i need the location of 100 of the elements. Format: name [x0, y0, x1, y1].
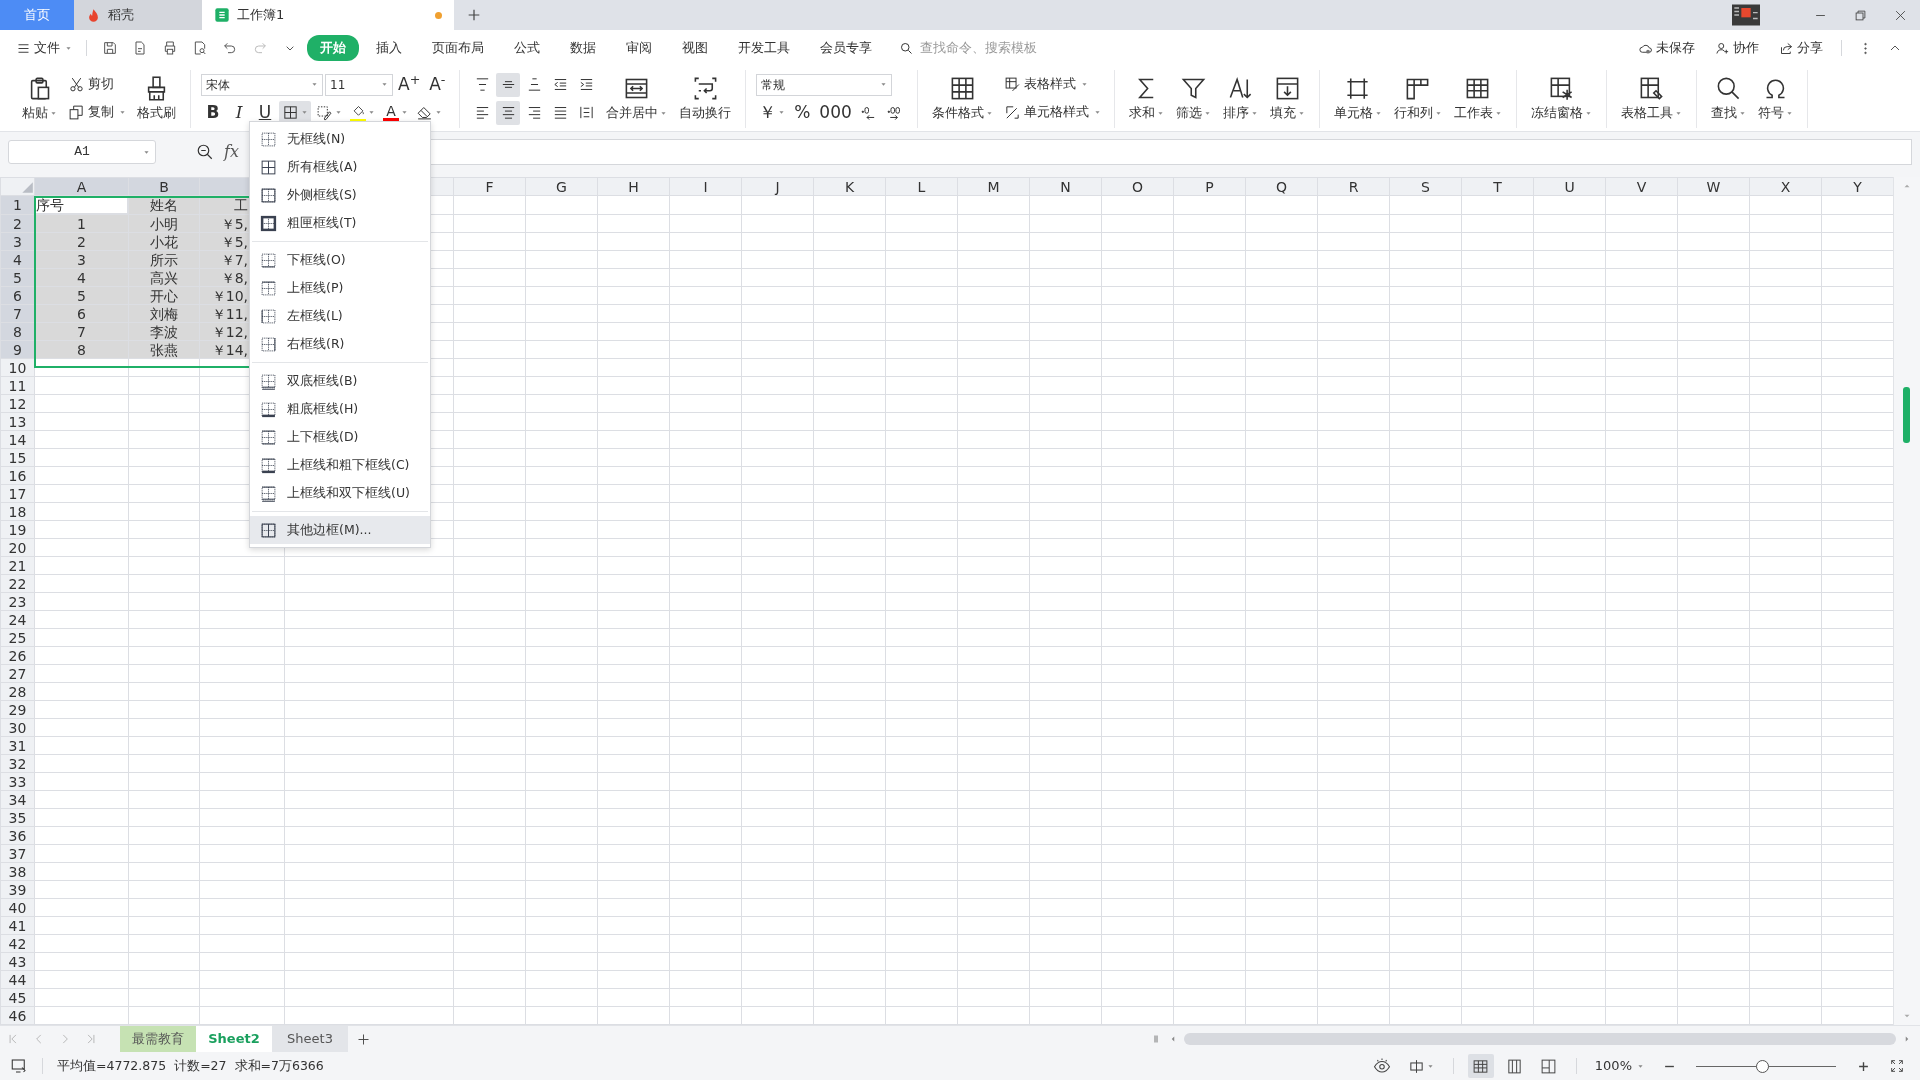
toolbar-button[interactable]: 未保存 [1630, 38, 1703, 58]
caret-icon [65, 44, 72, 52]
toolbar-button[interactable]: 表格样式 [1000, 72, 1091, 97]
size-dropdown[interactable]: 11 [325, 73, 393, 96]
function-button[interactable]: fx [224, 140, 239, 164]
column-header[interactable]: S [1389, 177, 1462, 196]
name-box[interactable]: A1 [8, 140, 156, 164]
toolbar-button[interactable]: 格式刷 [133, 68, 180, 129]
menu-item[interactable]: 所有框线(A) [250, 153, 430, 181]
toolbar-button[interactable]: 符号 [1753, 68, 1797, 129]
toolbar-button[interactable]: 求和 [1124, 68, 1168, 129]
menu-item[interactable]: 双底框线(B) [250, 367, 430, 395]
menu-item[interactable]: 其他边框(M)... [250, 516, 430, 544]
column-header[interactable]: T [1461, 177, 1534, 196]
menu-item[interactable]: 粗底框线(H) [250, 395, 430, 423]
toolbar-button[interactable]: 工作表 [1449, 68, 1506, 129]
toolbar-button[interactable]: 协作 [1707, 38, 1767, 58]
toolbar-button[interactable]: 查找 [1706, 68, 1750, 129]
column-header[interactable]: N [1029, 177, 1102, 196]
toolbar-button[interactable]: 合并居中 [602, 68, 672, 129]
ribbon-tab[interactable]: 视图 [669, 35, 721, 61]
toolbar-button[interactable]: A$^{-}$ [425, 72, 450, 97]
document-tab[interactable]: 稻壳 [74, 0, 202, 30]
zoom-dropdown[interactable]: 100% [1590, 1056, 1648, 1076]
column-header[interactable]: K [813, 177, 886, 196]
column-header[interactable]: O [1101, 177, 1174, 196]
column-header[interactable]: X [1749, 177, 1822, 196]
toolbar-button[interactable]: A$^{+}$ [395, 72, 424, 97]
print-icon[interactable] [162, 40, 178, 56]
toolbar-button[interactable] [496, 72, 521, 97]
toolbar-button[interactable]: 填充 [1265, 68, 1309, 129]
document-tab[interactable]: 工作簿1 [202, 0, 454, 30]
menu-item[interactable]: 无框线(N) [250, 125, 430, 153]
ribbon-tab[interactable]: 审阅 [613, 35, 665, 61]
fullscreen-icon[interactable] [1889, 1058, 1905, 1074]
column-header[interactable]: M [957, 177, 1030, 196]
undo-icon[interactable] [222, 40, 238, 56]
column-header[interactable]: W [1677, 177, 1750, 196]
restore-icon[interactable] [1852, 7, 1868, 23]
scrollbar-thumb[interactable] [1903, 387, 1910, 443]
crosshair-icon[interactable] [1407, 1057, 1425, 1075]
toolbar-button[interactable]: ￥ [756, 100, 789, 125]
eye-icon[interactable] [1372, 1057, 1391, 1075]
toolbar-button[interactable]: I [227, 100, 251, 125]
font-dropdown[interactable]: 宋体 [201, 73, 323, 96]
menu-item[interactable]: 上下框线(D) [250, 423, 430, 451]
ribbon-tab[interactable]: 公式 [501, 35, 553, 61]
column-header[interactable]: Y [1821, 177, 1893, 196]
sheet-tab[interactable]: 最需教育 [120, 1026, 196, 1052]
toolbar-button[interactable]: 排序 [1218, 68, 1262, 129]
zoom-slider-thumb[interactable] [1755, 1059, 1769, 1073]
sheet-tab[interactable]: Sheet3 [272, 1026, 348, 1052]
toolbar-button[interactable]: 条件格式 [927, 68, 997, 129]
column-header[interactable]: Q [1245, 177, 1318, 196]
toolbar-button[interactable]: 行和列 [1389, 68, 1446, 129]
search-field[interactable]: 查找命令、搜索模板 [918, 37, 1068, 59]
format-dropdown[interactable]: 常规 [756, 73, 893, 96]
column-header[interactable]: F [453, 177, 526, 196]
column-header[interactable]: A [34, 177, 129, 196]
column-header[interactable]: P [1173, 177, 1246, 196]
toolbar-button[interactable]: 冻结窗格 [1526, 68, 1596, 129]
toolbar-button[interactable]: 剪切 [65, 72, 117, 97]
column-header[interactable]: V [1605, 177, 1678, 196]
column-header[interactable]: U [1533, 177, 1606, 196]
toolbar-button[interactable]: 分享 [1771, 38, 1831, 58]
toolbar-button[interactable] [496, 100, 521, 125]
column-header[interactable]: G [525, 177, 598, 196]
ribbon-tab[interactable]: 会员专享 [807, 35, 885, 61]
ribbon-tab[interactable]: 页面布局 [419, 35, 497, 61]
toolbar-button[interactable]: % [790, 100, 815, 125]
view-button[interactable] [1467, 1054, 1494, 1078]
file-menu-button[interactable]: 文件 [12, 38, 76, 58]
print-preview-icon[interactable] [192, 40, 208, 56]
column-header[interactable]: I [669, 177, 742, 196]
toolbar-button[interactable]: 表格工具 [1616, 68, 1686, 129]
toolbar-button[interactable]: 筛选 [1171, 68, 1215, 129]
column-header[interactable]: B [128, 177, 200, 196]
column-header[interactable]: J [741, 177, 814, 196]
toolbar-button[interactable]: U [253, 100, 277, 125]
save-icon[interactable] [102, 40, 118, 56]
column-header[interactable]: H [597, 177, 670, 196]
toolbar-button[interactable]: 粘贴 [18, 68, 61, 129]
menu-item[interactable]: 上框线和粗下框线(C) [250, 451, 430, 479]
toolbar-button[interactable]: 000 [816, 100, 855, 125]
ribbon-tab[interactable]: 插入 [363, 35, 415, 61]
toolbar-button[interactable]: B [201, 100, 225, 125]
scissors-icon [68, 76, 85, 93]
scrollbar-thumb[interactable] [1184, 1033, 1896, 1045]
ribbon-tab[interactable]: 开发工具 [725, 35, 803, 61]
macro-icon [10, 1057, 28, 1075]
document-icon[interactable] [132, 40, 148, 56]
toolbar-button[interactable]: 复制 [65, 100, 129, 125]
menu-item[interactable]: 上框线和双下框线(U) [250, 479, 430, 507]
toolbar-button[interactable]: A [380, 100, 411, 125]
toolbar-button[interactable]: 单元格 [1329, 68, 1386, 129]
toolbar-button[interactable]: 自动换行 [675, 68, 736, 129]
toolbar-button[interactable]: 单元格样式 [1000, 100, 1104, 125]
column-header[interactable]: L [885, 177, 958, 196]
ribbon-tab[interactable]: 数据 [557, 35, 609, 61]
column-header[interactable]: R [1317, 177, 1390, 196]
